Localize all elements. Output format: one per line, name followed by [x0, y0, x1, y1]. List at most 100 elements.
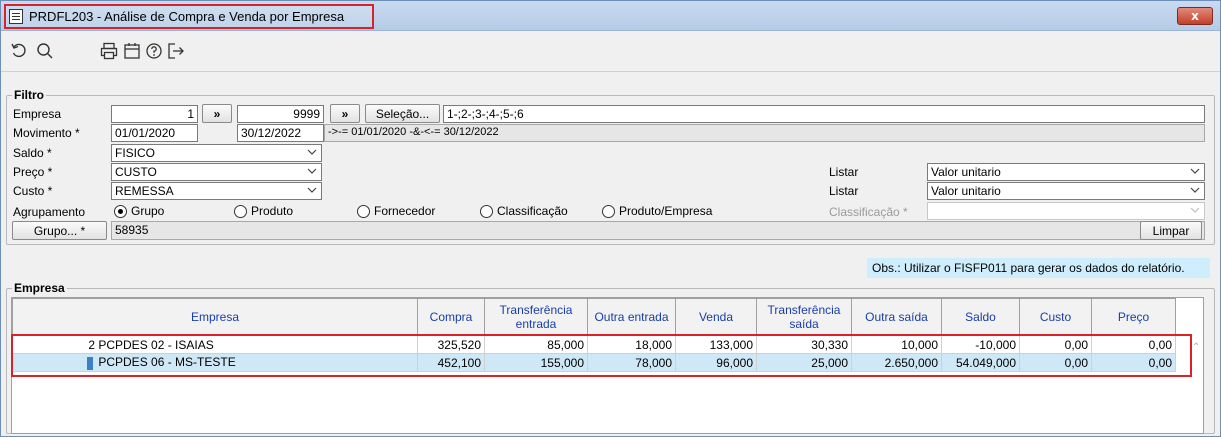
cell-preco[interactable]: 0,00 — [1091, 335, 1176, 354]
classificacao-label: Classificação * — [829, 205, 908, 219]
col-preco[interactable]: Preço — [1091, 298, 1176, 336]
cell-compra[interactable]: 452,100 — [417, 353, 485, 372]
cell-saldo[interactable]: 54.049,000 — [941, 353, 1020, 372]
radio-fornecedor[interactable]: Fornecedor — [357, 204, 435, 218]
radio-dot — [114, 204, 127, 218]
radio-produto[interactable]: Produto — [234, 204, 293, 218]
empresa-name: PCPDES 06 - MS-TESTE — [98, 355, 236, 370]
movimento-to-input[interactable]: 30/12/2022 — [237, 124, 324, 142]
radio-grupo[interactable]: Grupo — [114, 204, 164, 218]
agrupamento-label: Agrupamento — [13, 205, 86, 219]
col-transferencia-entrada[interactable]: Transferência entrada — [484, 298, 588, 336]
empresa-label: Empresa — [13, 107, 62, 121]
preco-select[interactable]: CUSTO — [111, 163, 322, 181]
col-outra-saida[interactable]: Outra saída — [851, 298, 942, 336]
cell-transferencia-entrada[interactable]: 155,000 — [484, 353, 588, 372]
selecao-button[interactable]: Seleção... — [365, 104, 440, 123]
movimento-from-input[interactable]: 01/01/2020 — [111, 124, 198, 142]
listar-select-1[interactable]: Valor unitario — [927, 163, 1205, 181]
grupo-button[interactable]: Grupo... * — [12, 221, 107, 240]
table-row[interactable]: 2 PCPDES 02 - ISAIAS 325,520 85,000 18,0… — [12, 335, 1176, 354]
col-empresa[interactable]: Empresa — [12, 298, 418, 336]
chevron-down-icon — [307, 149, 317, 155]
empresa-to-lookup-button[interactable]: » — [330, 104, 360, 123]
chevron-down-icon — [307, 187, 317, 193]
main-window: PRDFL203 - Análise de Compra e Venda por… — [0, 0, 1221, 437]
search-icon[interactable] — [35, 41, 55, 61]
cell-preco[interactable]: 0,00 — [1091, 353, 1176, 372]
empresa-grid: Empresa Compra Transferência entrada Out… — [11, 297, 1204, 434]
empresa-name: PCPDES 02 - ISAIAS — [98, 337, 214, 352]
col-transferencia-saida[interactable]: Transferência saída — [756, 298, 852, 336]
cell-transferencia-saida[interactable]: 25,000 — [756, 353, 852, 372]
cell-outra-entrada[interactable]: 18,000 — [587, 335, 676, 354]
saldo-select[interactable]: FISICO — [111, 144, 322, 162]
radio-label: Produto/Empresa — [619, 204, 713, 218]
classificacao-select[interactable] — [927, 202, 1205, 220]
chevron-down-icon — [1190, 207, 1200, 213]
filtro-group-label: Filtro — [12, 88, 46, 102]
radio-dot — [602, 204, 615, 218]
listar-value-2: Valor unitario — [931, 184, 1001, 198]
cell-transferencia-saida[interactable]: 30,330 — [756, 335, 852, 354]
title-bar: PRDFL203 - Análise de Compra e Venda por… — [1, 1, 1220, 31]
radio-classificacao[interactable]: Classificação — [480, 204, 568, 218]
cell-outra-saida[interactable]: 10,000 — [851, 335, 942, 354]
grupo-value: 58935 — [111, 221, 1205, 240]
cell-venda[interactable]: 133,000 — [675, 335, 757, 354]
toolbar — [1, 32, 1220, 70]
table-row[interactable]: PCPDES 06 - MS-TESTE 452,100 155,000 78,… — [12, 353, 1176, 372]
toolbar-divider — [1, 71, 1220, 72]
saldo-value: FISICO — [115, 146, 156, 160]
cell-custo[interactable]: 0,00 — [1019, 335, 1092, 354]
empresa-from-input[interactable]: 1 — [111, 105, 198, 123]
empresa-to-input[interactable]: 9999 — [237, 105, 324, 123]
custo-select[interactable]: REMESSA — [111, 182, 322, 200]
movimento-description: ->-= 01/01/2020 -&-<-= 30/12/2022 — [324, 124, 1205, 142]
print-icon[interactable] — [99, 41, 119, 61]
radio-label: Produto — [251, 204, 294, 218]
undo-icon[interactable] — [9, 41, 29, 61]
col-venda[interactable]: Venda — [675, 298, 757, 336]
custo-label: Custo * — [13, 184, 53, 198]
col-custo[interactable]: Custo — [1019, 298, 1092, 336]
listar-select-2[interactable]: Valor unitario — [927, 182, 1205, 200]
empresa-lookup-button[interactable]: » — [202, 104, 232, 123]
cell-transferencia-entrada[interactable]: 85,000 — [484, 335, 588, 354]
radio-dot — [480, 204, 493, 218]
selecao-input[interactable]: 1-;2-;3-;4-;5-;6 — [443, 105, 1205, 123]
col-outra-entrada[interactable]: Outra entrada — [587, 298, 676, 336]
cell-compra[interactable]: 325,520 — [417, 335, 485, 354]
cell-custo[interactable]: 0,00 — [1019, 353, 1092, 372]
cell-outra-saida[interactable]: 2.650,000 — [851, 353, 942, 372]
chevron-down-icon — [1190, 187, 1200, 193]
radio-dot — [234, 204, 247, 218]
exit-icon[interactable] — [166, 41, 186, 61]
table-header-row: Empresa Compra Transferência entrada Out… — [12, 298, 1176, 336]
scroll-up-icon[interactable]: ⌃ — [1192, 342, 1202, 353]
listar-value-1: Valor unitario — [931, 165, 1001, 179]
limpar-button[interactable]: Limpar — [1140, 221, 1202, 240]
radio-label: Classificação — [497, 204, 568, 218]
window-title: PRDFL203 - Análise de Compra e Venda por… — [29, 9, 345, 24]
cursor-icon — [87, 356, 93, 370]
calendar-icon[interactable] — [122, 41, 142, 61]
radio-label: Fornecedor — [374, 204, 436, 218]
empresa-group-label: Empresa — [12, 281, 67, 295]
help-icon[interactable] — [144, 41, 164, 61]
cell-empresa[interactable]: 2 PCPDES 02 - ISAIAS — [12, 335, 418, 354]
saldo-label: Saldo * — [13, 146, 52, 160]
chevron-down-icon — [1190, 168, 1200, 174]
listar-label-1: Listar — [829, 165, 859, 179]
radio-produto-empresa[interactable]: Produto/Empresa — [602, 204, 712, 218]
close-button[interactable]: x — [1177, 7, 1213, 25]
radio-label: Grupo — [131, 204, 165, 218]
col-saldo[interactable]: Saldo — [941, 298, 1020, 336]
title-highlight: PRDFL203 - Análise de Compra e Venda por… — [4, 4, 374, 29]
col-compra[interactable]: Compra — [417, 298, 485, 336]
cell-outra-entrada[interactable]: 78,000 — [587, 353, 676, 372]
chevron-down-icon — [307, 168, 317, 174]
cell-saldo[interactable]: -10,000 — [941, 335, 1020, 354]
cell-venda[interactable]: 96,000 — [675, 353, 757, 372]
cell-empresa[interactable]: PCPDES 06 - MS-TESTE — [12, 353, 418, 372]
